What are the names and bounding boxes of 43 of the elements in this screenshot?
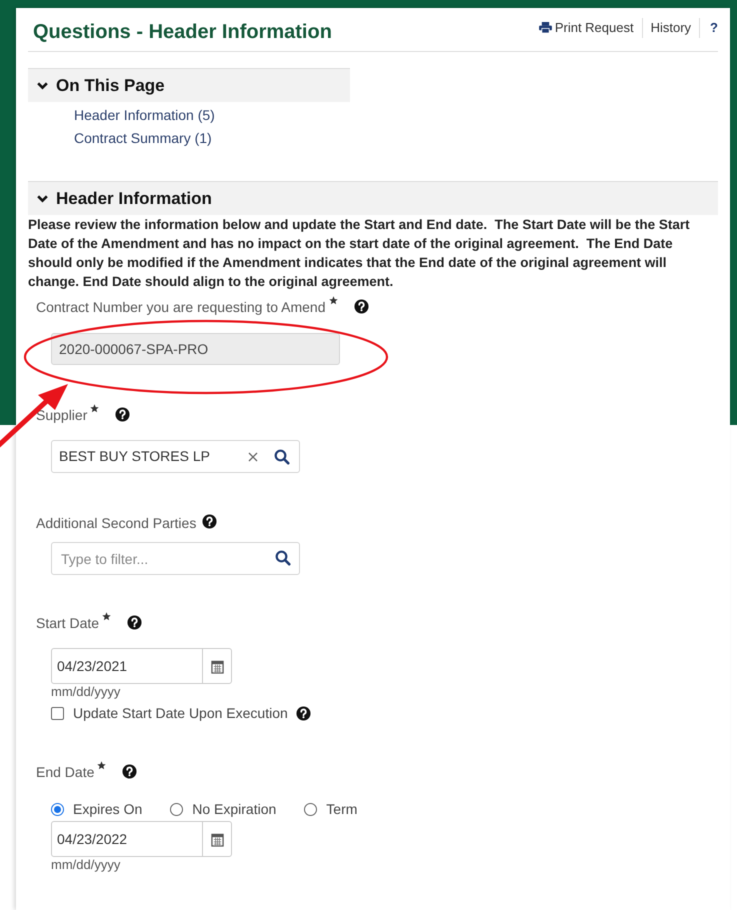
field-label: Additional Second Parties [36,514,196,533]
radio-label: Term [326,800,358,819]
page-link[interactable]: Contract Summary (1) [74,127,212,150]
clear-icon[interactable] [248,452,258,462]
field-label: Supplier [36,406,88,425]
search-icon[interactable] [275,550,291,566]
section-title: Header Information [56,188,212,210]
radio-button[interactable] [51,803,64,816]
help-icon[interactable] [122,764,138,779]
instructions: Please review the information below and update the Start and End date. The Start Date will be the Start Date of the Amendment and has no impact on the start date of the original agreement. The End Date should only be modified if the Amendment indicates that the End date of the original agreement will change. End Date should align to the original agreement. [28,216,691,291]
help-link[interactable]: ? [700,18,718,38]
date-format-hint: mm/dd/yyyy [51,857,122,872]
date-format-hint: mm/dd/yyyy [51,684,122,699]
search-icon[interactable] [274,448,290,464]
checkbox[interactable] [51,707,64,720]
help-icon[interactable] [354,299,368,314]
date-field[interactable]: 04/23/2021 [51,648,232,684]
help-icon[interactable] [127,615,142,630]
printer-icon [538,22,552,34]
history-link[interactable]: History [642,18,700,38]
field-label: End Date [36,763,94,782]
contract-number-field[interactable]: 2020-000067-SPA-PRO [51,333,340,365]
section-title: On This Page [56,74,165,97]
radio-button[interactable] [170,803,184,816]
checkbox-label: Update Start Date Upon Execution [73,704,288,723]
filter-field[interactable]: Type to filter... [51,542,300,575]
radio-label: Expires On [73,800,142,819]
radio-button[interactable] [304,803,318,816]
page-title: Questions - Header Information [33,20,332,45]
date-field[interactable]: 04/23/2022 [51,821,232,857]
field-label: Contract Number you are requesting to Amend [36,298,326,317]
page-link[interactable]: Header Information (5) [74,104,215,127]
calendar-icon[interactable] [210,658,224,674]
print-request-link[interactable]: Print Request [538,18,643,38]
help-icon[interactable] [202,514,218,529]
help-icon[interactable] [115,407,130,422]
supplier-field[interactable]: BEST BUY STORES LP [51,440,300,473]
calendar-icon[interactable] [210,832,224,846]
section-header[interactable]: On This Page [28,68,350,102]
help-icon[interactable] [296,706,311,721]
radio-label: No Expiration [192,800,276,819]
field-label: Start Date [36,614,100,633]
section-header[interactable]: Header Information [28,181,718,215]
